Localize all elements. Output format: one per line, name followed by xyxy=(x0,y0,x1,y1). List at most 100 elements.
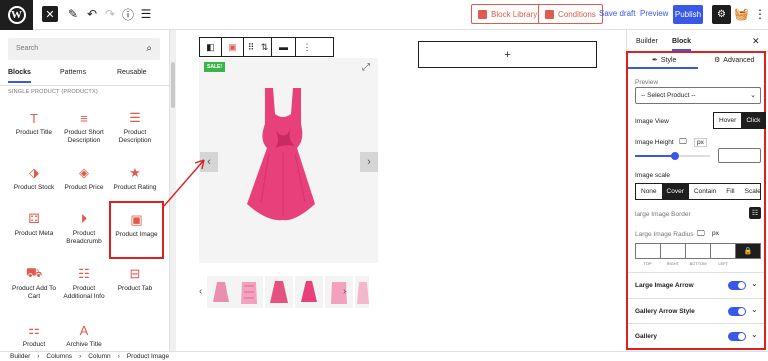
redo-icon[interactable]: ↷ xyxy=(103,6,117,22)
section-large-image-arrow[interactable]: Large Image Arrow ⌄ xyxy=(628,272,764,298)
undo-icon[interactable]: ↶ xyxy=(85,6,99,22)
info-icon[interactable]: ⓘ xyxy=(121,6,135,22)
gallery-next-icon[interactable]: › xyxy=(343,286,346,297)
tab-builder[interactable]: Builder xyxy=(636,38,658,45)
subtab-style[interactable]: ✒ Style xyxy=(652,56,676,65)
gallery-thumb[interactable] xyxy=(295,276,323,308)
gallery-thumb[interactable] xyxy=(235,276,263,308)
basket-icon[interactable]: 🧺 xyxy=(734,7,749,21)
section-gallery[interactable]: Gallery ⌄ xyxy=(628,323,764,349)
block-options-icon[interactable]: ⋮ xyxy=(296,38,318,56)
image-view-hover[interactable]: Hover xyxy=(714,113,741,128)
block-product-title[interactable]: T Product Title xyxy=(9,110,59,137)
image-view-click[interactable]: Click xyxy=(741,113,766,128)
desktop-icon[interactable]: 🖵 xyxy=(679,137,687,147)
radius-left-input[interactable] xyxy=(711,244,736,258)
gallery-prev-icon[interactable]: ‹ xyxy=(199,286,202,297)
breadcrumb-column[interactable]: Column xyxy=(88,353,110,360)
image-height-slider-handle[interactable] xyxy=(671,152,679,160)
preview-product-select[interactable]: ⌄ -- Select Product -- xyxy=(635,87,761,104)
block-label: Product Title xyxy=(15,129,53,136)
move-up-down-icon[interactable]: ⇅ xyxy=(258,38,272,56)
short-description-icon: ≡ xyxy=(80,110,88,126)
block-label: Product Add To Cart xyxy=(12,285,56,300)
scale-fill[interactable]: Fill xyxy=(721,184,739,199)
block-label: Product Breadcrumb xyxy=(66,230,102,245)
radius-bottom-input[interactable] xyxy=(686,244,711,258)
block-library-button[interactable]: Block Library xyxy=(471,4,545,24)
gallery-thumb[interactable] xyxy=(355,276,369,308)
tab-reusable[interactable]: Reusable xyxy=(117,69,147,76)
chevron-down-icon[interactable]: ⌄ xyxy=(751,305,758,314)
block-product-stock[interactable]: ⬗ Product Stock xyxy=(9,165,59,192)
image-height-input[interactable] xyxy=(718,148,761,163)
expand-icon[interactable]: ⤢ xyxy=(362,62,370,73)
scale-cover[interactable]: Cover xyxy=(661,184,689,199)
title-icon: T xyxy=(30,110,38,126)
lock-icon[interactable]: 🔒 xyxy=(736,244,760,258)
breadcrumb-product-image[interactable]: Product Image xyxy=(127,353,169,360)
pencil-icon[interactable]: ✎ xyxy=(66,6,80,22)
block-product[interactable]: ⚏ Product xyxy=(9,322,59,349)
block-product-meta[interactable]: ⚃ Product Meta xyxy=(9,211,59,238)
breadcrumb-columns[interactable]: Columns xyxy=(46,353,72,360)
radius-top-input[interactable] xyxy=(636,244,661,258)
gallery-thumb[interactable] xyxy=(207,276,235,308)
list-view-icon[interactable]: ☰ xyxy=(139,6,153,22)
block-archive-title[interactable]: A Archive Title xyxy=(59,322,109,349)
parent-block-icon[interactable]: ◧ xyxy=(200,38,222,56)
gallery-toggle[interactable] xyxy=(728,332,746,341)
settings-gear-icon[interactable]: ⚙ xyxy=(712,5,731,24)
add-block-button[interactable]: + xyxy=(418,41,597,68)
scale-down[interactable]: Scale Do xyxy=(740,184,760,199)
block-product-tab[interactable]: ⊟ Product Tab xyxy=(110,266,160,293)
block-product-description[interactable]: ☰ Product Description xyxy=(110,110,160,145)
block-product-additional-info[interactable]: ☷ Product Additional Info xyxy=(59,266,109,301)
align-icon[interactable]: ▬ xyxy=(272,38,296,56)
border-settings-icon[interactable]: ☷ xyxy=(749,207,761,219)
block-label: Product Stock xyxy=(13,184,55,191)
radius-right-input[interactable] xyxy=(661,244,686,258)
conditions-button[interactable]: Conditions xyxy=(538,4,603,24)
scale-none[interactable]: None xyxy=(636,184,662,199)
unit-px[interactable]: px xyxy=(712,230,719,237)
block-product-price[interactable]: ◈ Product Price xyxy=(59,165,109,192)
preview-link[interactable]: Preview xyxy=(640,9,668,18)
block-product-rating[interactable]: ★ Product Rating xyxy=(110,165,160,192)
scrollbar-thumb[interactable] xyxy=(171,62,175,108)
subtab-advanced[interactable]: ⚙ Advanced xyxy=(714,56,754,65)
drag-handle-icon[interactable]: ⠿ xyxy=(244,38,258,56)
gallery-thumb[interactable] xyxy=(325,276,353,308)
unit-px[interactable]: px xyxy=(694,138,707,147)
scale-contain[interactable]: Contain xyxy=(689,184,721,199)
save-draft-link[interactable]: Save draft xyxy=(599,9,635,18)
tab-block[interactable]: Block xyxy=(672,38,692,51)
close-inserter-button[interactable]: ✕ xyxy=(42,6,58,22)
image-block-icon[interactable]: ▣ xyxy=(222,38,244,56)
next-image-arrow[interactable]: › xyxy=(360,152,378,172)
large-image-border-label: large Image Border xyxy=(635,211,691,218)
wordpress-logo-icon[interactable]: W xyxy=(0,0,33,30)
brush-icon: ✒ xyxy=(652,57,658,64)
desktop-icon[interactable]: 🖵 xyxy=(697,229,705,239)
chevron-down-icon[interactable]: ⌄ xyxy=(751,330,758,339)
block-product-short-description[interactable]: ≡ Product Short Description xyxy=(59,110,109,145)
breadcrumb-builder[interactable]: Builder xyxy=(10,353,30,360)
block-product-breadcrumb[interactable]: ⏵ Product Breadcrumb xyxy=(59,211,109,246)
gallery-arrow-style-toggle[interactable] xyxy=(728,307,746,316)
section-gallery-arrow-style[interactable]: Gallery Arrow Style ⌄ xyxy=(628,298,764,324)
block-label: Product Meta xyxy=(14,230,54,237)
tab-blocks[interactable]: Blocks xyxy=(8,69,31,83)
block-product-add-to-cart[interactable]: ⛟ Product Add To Cart xyxy=(9,265,59,301)
description-icon: ☰ xyxy=(129,110,141,125)
large-image-arrow-toggle[interactable] xyxy=(728,281,746,290)
image-icon: ▣ xyxy=(130,212,143,227)
gallery-thumb[interactable] xyxy=(265,276,293,308)
more-options-icon[interactable]: ⋮ xyxy=(754,7,766,21)
chevron-down-icon[interactable]: ⌄ xyxy=(751,279,758,288)
block-product-image[interactable]: ▣ Product Image xyxy=(109,201,164,259)
close-sidebar-icon[interactable]: ✕ xyxy=(752,36,760,47)
tab-patterns[interactable]: Patterns xyxy=(60,69,86,76)
publish-button[interactable]: Publish xyxy=(673,5,703,24)
block-search-input[interactable]: Search ⌕ xyxy=(8,38,160,60)
